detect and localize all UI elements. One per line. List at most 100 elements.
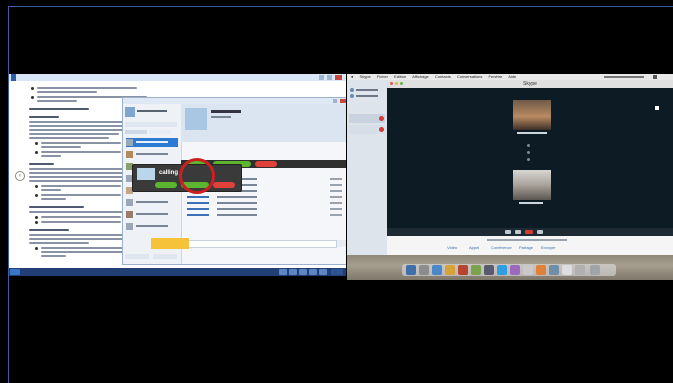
text-line xyxy=(29,211,124,213)
skype-icon[interactable] xyxy=(497,265,507,275)
bullet xyxy=(35,247,38,250)
bullet xyxy=(35,194,38,197)
close-icon[interactable] xyxy=(390,82,393,85)
menu-item[interactable]: Conversations xyxy=(457,74,483,79)
start-button[interactable] xyxy=(10,269,20,275)
document-window-titlebar xyxy=(9,74,346,81)
tab-conference[interactable]: Conférence xyxy=(491,245,512,250)
app-icon[interactable] xyxy=(549,265,559,275)
decline-button[interactable] xyxy=(255,161,277,167)
chat-notification[interactable] xyxy=(151,238,189,249)
decline-button[interactable] xyxy=(213,182,235,188)
create-group-button[interactable] xyxy=(153,254,177,259)
message-input[interactable] xyxy=(185,240,337,248)
taskbar-app-icon[interactable] xyxy=(319,269,327,275)
finder-icon[interactable] xyxy=(406,265,416,275)
app-icon xyxy=(11,74,16,81)
app-icon[interactable] xyxy=(458,265,468,275)
microphone-icon[interactable] xyxy=(505,230,511,234)
menu-item[interactable]: Edition xyxy=(394,74,406,79)
tab-video[interactable]: Vidéo xyxy=(447,245,457,250)
bullet xyxy=(35,142,38,145)
sidebar-item[interactable] xyxy=(350,88,383,92)
app-icon[interactable] xyxy=(471,265,481,275)
video-toggle-icon[interactable] xyxy=(515,230,521,234)
search-icon[interactable] xyxy=(653,74,657,79)
text-line xyxy=(41,146,81,148)
menu-item[interactable]: Affichage xyxy=(412,74,429,79)
app-icon[interactable] xyxy=(445,265,455,275)
tab-recent[interactable] xyxy=(149,130,171,134)
history-row xyxy=(187,202,342,204)
avatar xyxy=(185,108,207,130)
text-line xyxy=(29,172,124,174)
app-icon[interactable] xyxy=(510,265,520,275)
answer-button[interactable] xyxy=(155,182,177,188)
minimize-icon[interactable] xyxy=(319,75,324,80)
list-item[interactable] xyxy=(126,222,178,231)
taskbar-app-icon[interactable] xyxy=(299,269,307,275)
text-line xyxy=(29,121,124,123)
taskbar-app-icon[interactable] xyxy=(279,269,287,275)
app-icon[interactable] xyxy=(419,265,429,275)
bullet xyxy=(35,151,38,154)
tab-share[interactable]: Partage xyxy=(519,245,533,250)
text-line xyxy=(41,251,126,253)
menu-item[interactable]: Fenêtre xyxy=(489,74,503,79)
hang-up-button[interactable] xyxy=(525,230,533,234)
app-icon[interactable] xyxy=(562,265,572,275)
call-controls xyxy=(387,228,673,236)
call-phones-button[interactable] xyxy=(125,122,177,127)
maximize-icon[interactable] xyxy=(327,75,332,80)
send-button[interactable] xyxy=(337,240,346,247)
close-icon[interactable] xyxy=(335,75,342,80)
text-line xyxy=(41,185,121,187)
app-icon[interactable] xyxy=(575,265,585,275)
tab-call[interactable]: Appel xyxy=(469,245,479,250)
menu-item[interactable]: Ficher xyxy=(377,74,388,79)
list-item[interactable] xyxy=(126,138,178,147)
text-line xyxy=(29,137,109,139)
bullet xyxy=(31,87,34,90)
menu-item[interactable]: Skype xyxy=(360,74,371,79)
apple-icon[interactable]: ● xyxy=(351,74,353,79)
end-call-icon[interactable] xyxy=(379,116,384,121)
menu-item[interactable]: Aide xyxy=(508,74,516,79)
add-contact-button[interactable] xyxy=(125,254,149,259)
list-item[interactable] xyxy=(126,150,178,159)
list-item[interactable] xyxy=(126,210,178,219)
text-line xyxy=(41,155,61,157)
list-item[interactable] xyxy=(126,198,178,207)
history-row xyxy=(187,196,342,198)
highlight-circle xyxy=(179,158,215,194)
app-icon[interactable] xyxy=(432,265,442,275)
end-call-icon[interactable] xyxy=(379,127,384,132)
bullet xyxy=(31,96,34,99)
cursor-icon xyxy=(655,106,659,110)
trash-icon[interactable] xyxy=(590,265,600,275)
profile-name xyxy=(137,110,167,112)
taskbar-clock xyxy=(331,269,343,275)
taskbar-app-icon[interactable] xyxy=(289,269,297,275)
zoom-icon[interactable] xyxy=(400,82,403,85)
list-item[interactable] xyxy=(349,114,385,123)
sidebar-item[interactable] xyxy=(350,94,383,98)
menu-item[interactable]: Contacts xyxy=(435,74,451,79)
minimize-icon[interactable] xyxy=(395,82,398,85)
app-icon[interactable] xyxy=(523,265,533,275)
tab-contacts[interactable] xyxy=(125,130,147,134)
mac-skype-sidebar xyxy=(347,80,387,255)
avatar[interactable] xyxy=(125,107,135,117)
close-icon[interactable] xyxy=(340,99,346,103)
app-icon[interactable] xyxy=(484,265,494,275)
contact-name xyxy=(211,110,241,113)
bullet xyxy=(35,221,38,224)
taskbar-app-icon[interactable] xyxy=(309,269,317,275)
app-icon[interactable] xyxy=(536,265,546,275)
conversation-header xyxy=(181,104,346,142)
more-options-icon[interactable] xyxy=(537,230,543,234)
minimize-icon[interactable] xyxy=(333,99,337,103)
previous-page-arrow-icon[interactable]: ‹ xyxy=(15,171,25,181)
tab-send[interactable]: Envoyer xyxy=(541,245,556,250)
list-item[interactable] xyxy=(349,125,385,134)
